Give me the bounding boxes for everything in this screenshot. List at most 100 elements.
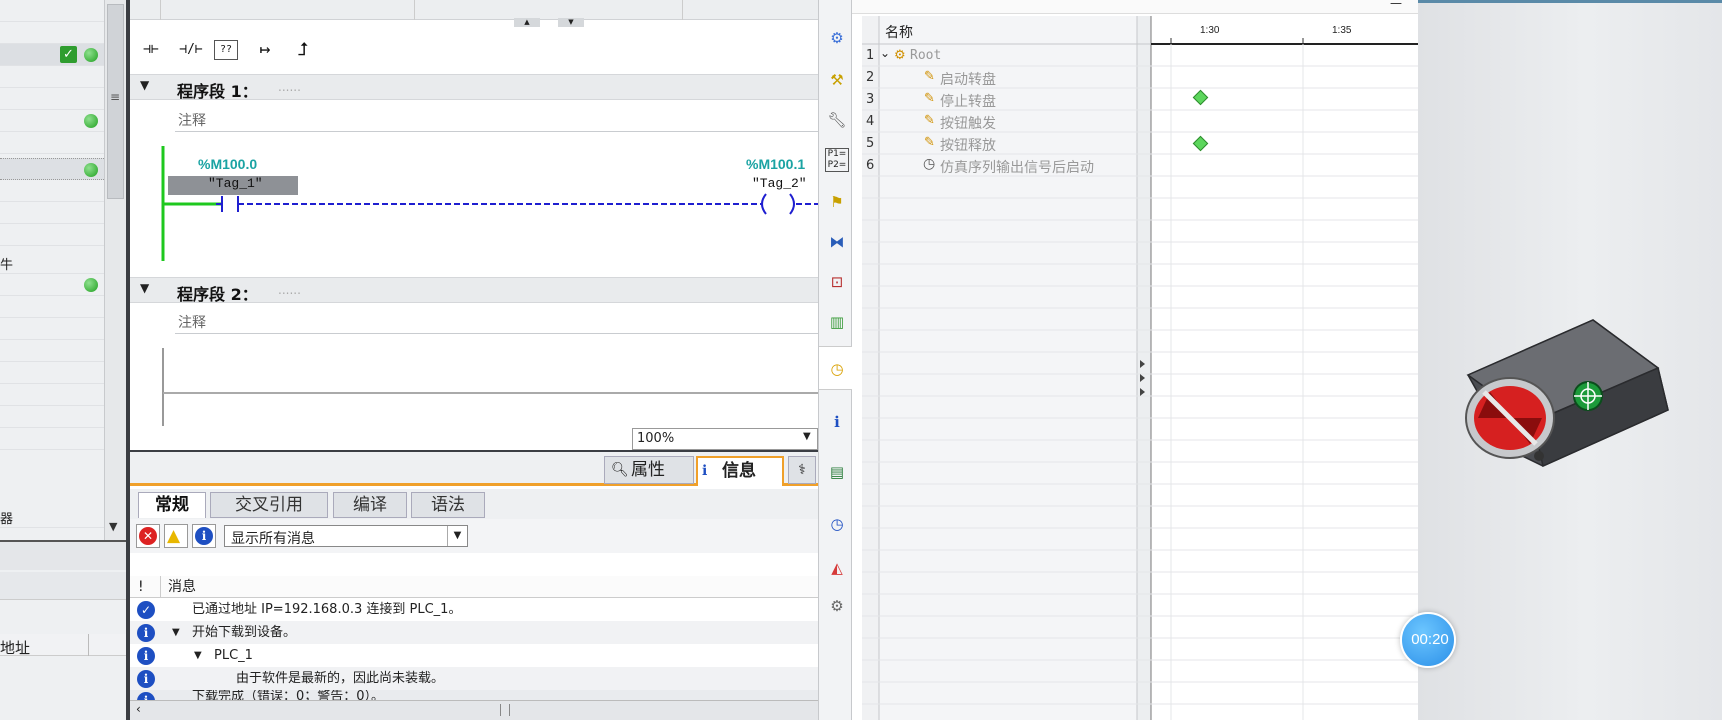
chevron-down-icon[interactable]: ▼ — [109, 520, 117, 533]
sequence-row[interactable]: 6 ◷ 仿真序列输出信号后启动 — [864, 156, 1124, 178]
sequence-row[interactable]: 2 ✎ 启动转盘 — [864, 68, 1124, 90]
chevron-down-icon[interactable]: ⌄ — [880, 46, 890, 60]
message-row[interactable]: i ▼ 开始下载到设备。 — [130, 621, 818, 644]
operation-icon: ✎ — [924, 91, 935, 106]
3d-viewer[interactable]: 00:20 — [1400, 0, 1722, 720]
message-row[interactable]: i 由于软件是最新的，因此尚未装载。 — [130, 667, 818, 690]
tree-row[interactable] — [0, 158, 104, 180]
signals-icon[interactable]: ⊡ — [825, 270, 849, 294]
network-2-description[interactable]: ...... — [278, 283, 301, 297]
tree-row[interactable]: 牛 — [0, 252, 104, 274]
tree-row[interactable] — [0, 0, 104, 22]
diagnostics-tab[interactable]: ⚕ — [788, 456, 816, 484]
sequence-row[interactable]: 4 ✎ 按钮触发 — [864, 112, 1124, 134]
signal-broadcast-icon[interactable]: ℹ — [825, 410, 849, 434]
message-filter-select[interactable]: 显示所有消息 ▼ — [224, 525, 468, 547]
tab-cross-reference[interactable]: 交叉引用 — [210, 492, 328, 518]
tree-row[interactable]: ✓ — [0, 44, 104, 66]
network-1-description[interactable]: ...... — [278, 80, 301, 94]
network-2-comment[interactable]: 注释 — [175, 306, 818, 334]
time-icon[interactable]: ◷ — [825, 512, 849, 536]
network-1-header[interactable]: ▼ 程序段 1： ...... — [130, 74, 818, 101]
collapse-up-button[interactable]: ▲ — [514, 18, 540, 27]
message-row[interactable]: ✓ 已通过地址 IP=192.168.0.3 连接到 PLC_1。 — [130, 598, 818, 621]
network-1-comment[interactable]: 注释 — [175, 104, 818, 132]
tree-row[interactable] — [0, 384, 104, 406]
expand-arrow-icon[interactable]: ▼ — [194, 644, 202, 667]
tree-row[interactable] — [0, 296, 104, 318]
collapse-icon[interactable]: ▼ — [140, 281, 149, 295]
tree-row[interactable] — [0, 132, 104, 154]
warnings-filter-button[interactable]: ▲ — [164, 524, 188, 548]
timer-badge[interactable]: 00:20 — [1400, 612, 1456, 668]
active-tool-tab[interactable]: ◷ — [819, 346, 853, 390]
no-contact-button[interactable]: ⊣⊢ — [134, 34, 168, 66]
tab-compile[interactable]: 编译 — [333, 492, 407, 518]
zoom-select[interactable]: 100% ▼ — [632, 428, 818, 450]
details-column-header: 地址 — [0, 634, 126, 657]
tree-row[interactable] — [0, 180, 104, 202]
sequence-row[interactable]: 5 ✎ 按钮释放 — [864, 134, 1124, 156]
chevron-down-icon[interactable]: ▼ — [447, 526, 467, 546]
coil-tag[interactable]: "Tag_2" — [752, 176, 807, 191]
books-icon[interactable]: ▥ — [825, 310, 849, 334]
tree-row[interactable] — [0, 224, 104, 246]
info-icon: i — [137, 647, 155, 665]
horizontal-scrollbar[interactable]: ‹ — [130, 700, 818, 720]
checkbox-icon[interactable]: ✓ — [60, 46, 77, 63]
tab-general[interactable]: 常规 — [138, 492, 206, 518]
message-column-label: 消息 — [168, 579, 196, 595]
name-column-header[interactable]: 名称 — [885, 22, 913, 42]
message-row[interactable]: i ▼ PLC_1 — [130, 644, 818, 667]
libraries-icon[interactable]: ⚑ — [825, 190, 849, 214]
tree-row[interactable] — [0, 340, 104, 362]
pushbutton-model[interactable] — [1418, 300, 1722, 480]
properties-tab[interactable]: 🔍︎ 属性 — [604, 456, 694, 484]
network-view-icon[interactable]: ⚙ — [825, 26, 849, 50]
tree-row[interactable] — [0, 362, 104, 384]
close-icon[interactable]: — — [1390, 0, 1402, 10]
empty-box-button[interactable]: ?? — [214, 40, 238, 60]
robot-arm-icon[interactable]: ⚙ — [825, 594, 849, 618]
tree-row[interactable] — [0, 110, 104, 132]
collapse-down-button[interactable]: ▼ — [558, 18, 584, 27]
scroll-left-icon[interactable]: ‹ — [136, 702, 141, 716]
scroll-grip-icon[interactable] — [500, 704, 510, 716]
nc-contact-button[interactable]: ⊣/⊢ — [174, 34, 208, 66]
tree-row[interactable] — [0, 22, 104, 44]
close-branch-button[interactable]: ⮥ — [286, 34, 320, 66]
message-text: 已通过地址 IP=192.168.0.3 连接到 PLC_1。 — [192, 602, 462, 617]
tree-scrollbar[interactable]: ≡ ▼ — [104, 0, 126, 540]
contact-tag[interactable]: "Tag_1" — [208, 176, 263, 191]
info-filter-button[interactable]: i — [192, 524, 216, 548]
network-2-header[interactable]: ▼ 程序段 2： ...... — [130, 277, 818, 304]
open-branch-button[interactable]: ↦ — [248, 34, 282, 66]
expand-arrow-icon[interactable]: ▼ — [172, 621, 180, 644]
sequence-name: 按钮释放 — [940, 138, 996, 154]
tree-row[interactable]: 器 — [0, 506, 104, 528]
tasks-icon[interactable]: P1= P2= — [825, 148, 849, 172]
sequence-name: 停止转盘 — [940, 94, 996, 110]
sequence-row[interactable]: 3 ✎ 停止转盘 — [864, 90, 1124, 112]
tree-row[interactable] — [0, 88, 104, 110]
online-tools-icon[interactable]: 🔧︎ — [825, 108, 849, 132]
tree-row[interactable] — [0, 318, 104, 340]
sequence-row[interactable]: 1 ⌄ ⚙ Root — [864, 46, 1124, 68]
tree-row[interactable] — [0, 274, 104, 296]
tab-syntax[interactable]: 语法 — [411, 492, 485, 518]
tree-row[interactable] — [0, 202, 104, 224]
tree-row[interactable] — [0, 428, 104, 450]
collapse-icon[interactable]: ▼ — [140, 78, 149, 92]
addins-icon[interactable]: ⧓ — [825, 230, 849, 254]
viewer-top-border — [1418, 0, 1722, 3]
info-tab[interactable]: ℹ 信息 — [696, 456, 784, 486]
errors-filter-button[interactable]: ✕ — [136, 524, 160, 548]
message-text: PLC_1 — [214, 648, 253, 663]
message-row[interactable]: i 下载完成（错误：0；警告：0）。 — [130, 690, 818, 700]
gradient-icon[interactable]: ◭ — [825, 556, 849, 580]
hardware-catalog-icon[interactable]: ⚒ — [825, 68, 849, 92]
tree-row[interactable] — [0, 406, 104, 428]
tree-row[interactable] — [0, 66, 104, 88]
inspector-tabbar: 🔍︎ 属性 ℹ 信息 ⚕ — [130, 452, 818, 486]
document-icon[interactable]: ▤ — [825, 460, 849, 484]
